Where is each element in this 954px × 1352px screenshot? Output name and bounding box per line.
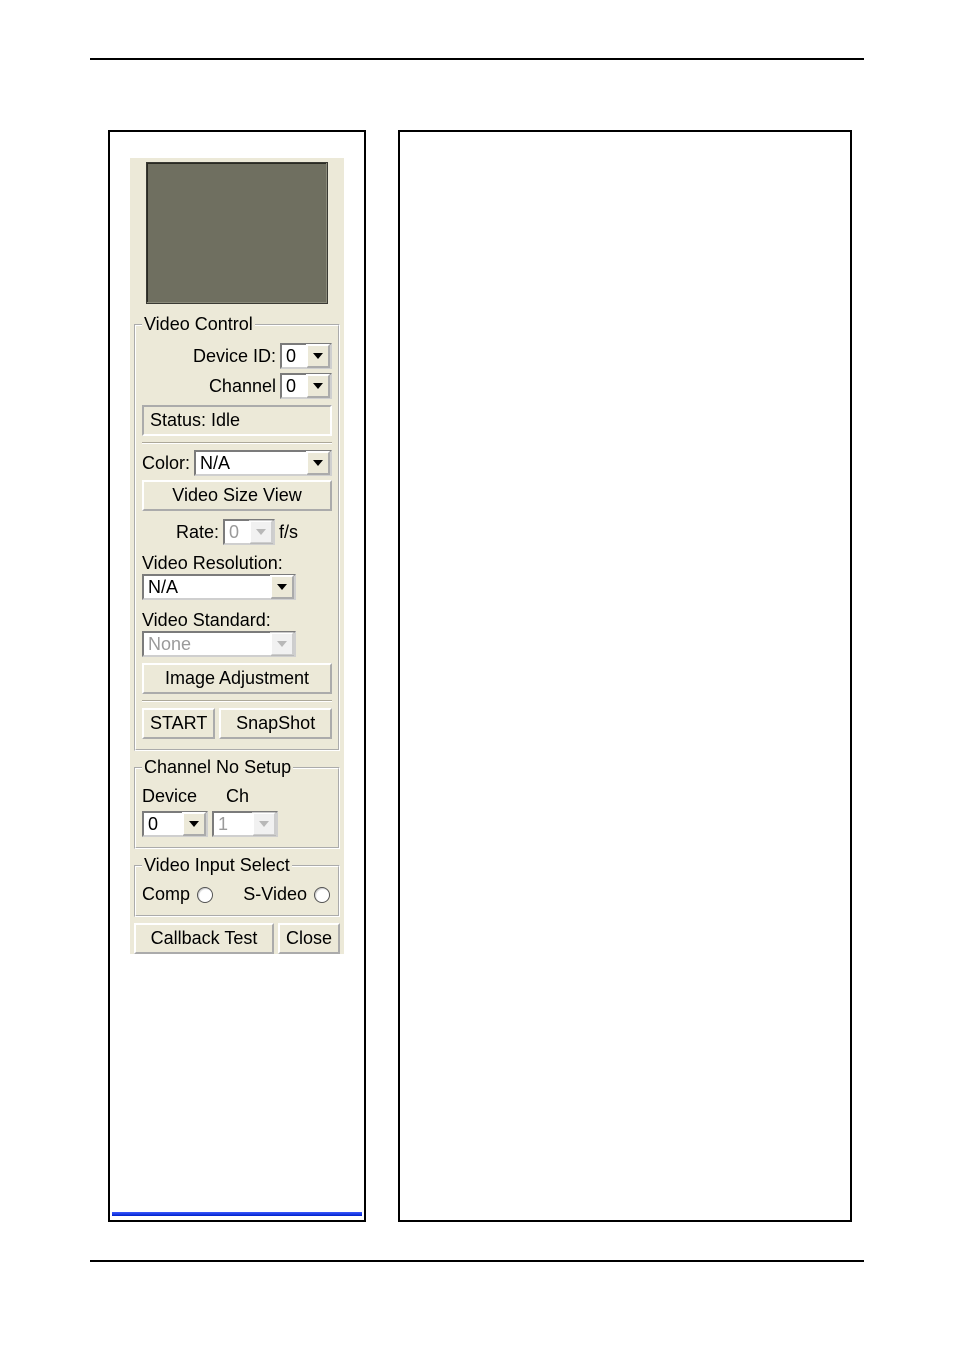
close-button[interactable]: Close — [278, 923, 340, 954]
color-combo[interactable]: N/A — [194, 450, 332, 476]
video-resolution-value: N/A — [144, 577, 270, 598]
svideo-radio-label: S-Video — [243, 884, 307, 904]
rate-unit: f/s — [279, 522, 298, 543]
channel-value: 0 — [282, 376, 306, 397]
left-column: Video Control Device ID: 0 Channel 0 — [108, 130, 366, 1222]
status-text: Status: Idle — [142, 405, 332, 436]
video-control-legend: Video Control — [142, 314, 255, 335]
device-id-value: 0 — [282, 346, 306, 367]
right-column — [398, 130, 852, 1222]
device-id-label: Device ID: — [193, 346, 276, 367]
chevron-down-icon — [270, 575, 294, 599]
rate-label: Rate: — [176, 522, 219, 543]
video-standard-value: None — [144, 634, 270, 655]
bottom-accent-bar — [112, 1212, 362, 1216]
rate-value: 0 — [225, 522, 249, 543]
ch-setup-value: 1 — [214, 814, 252, 835]
snapshot-button[interactable]: SnapShot — [219, 708, 332, 739]
chevron-down-icon — [270, 632, 294, 656]
comp-radio-label: Comp — [142, 884, 190, 904]
rate-combo[interactable]: 0 — [223, 519, 275, 545]
video-standard-combo[interactable]: None — [142, 631, 296, 657]
channel-no-setup-group: Channel No Setup Device Ch 0 1 — [134, 757, 340, 849]
start-button[interactable]: START — [142, 708, 215, 739]
chevron-down-icon — [252, 812, 276, 836]
separator — [142, 442, 332, 444]
chevron-down-icon — [306, 451, 330, 475]
video-control-group: Video Control Device ID: 0 Channel 0 — [134, 314, 340, 751]
page-bottom-rule — [90, 1260, 864, 1262]
device-setup-value: 0 — [144, 814, 182, 835]
video-standard-label: Video Standard: — [142, 610, 332, 631]
chevron-down-icon — [306, 374, 330, 398]
channel-combo[interactable]: 0 — [280, 373, 332, 399]
chevron-down-icon — [306, 344, 330, 368]
channel-no-setup-legend: Channel No Setup — [142, 757, 293, 778]
device-setup-combo[interactable]: 0 — [142, 811, 208, 837]
video-input-select-group: Video Input Select Comp S-Video — [134, 855, 340, 917]
image-adjustment-button[interactable]: Image Adjustment — [142, 663, 332, 694]
comp-radio[interactable] — [197, 887, 213, 903]
video-input-select-legend: Video Input Select — [142, 855, 292, 876]
svideo-radio[interactable] — [314, 887, 330, 903]
control-panel: Video Control Device ID: 0 Channel 0 — [130, 158, 344, 954]
color-value: N/A — [196, 453, 306, 474]
video-size-view-button[interactable]: Video Size View — [142, 480, 332, 511]
ch-header: Ch — [226, 786, 249, 807]
video-resolution-combo[interactable]: N/A — [142, 574, 296, 600]
device-header: Device — [142, 786, 222, 807]
ch-setup-combo[interactable]: 1 — [212, 811, 278, 837]
separator — [142, 700, 332, 702]
video-preview-area — [146, 162, 328, 304]
chevron-down-icon — [249, 520, 273, 544]
chevron-down-icon — [182, 812, 206, 836]
video-resolution-label: Video Resolution: — [142, 553, 332, 574]
page-top-rule — [90, 58, 864, 60]
device-id-combo[interactable]: 0 — [280, 343, 332, 369]
callback-test-button[interactable]: Callback Test — [134, 923, 274, 954]
color-label: Color: — [142, 453, 190, 474]
channel-label: Channel — [209, 376, 276, 397]
two-column-layout: Video Control Device ID: 0 Channel 0 — [108, 130, 852, 1222]
